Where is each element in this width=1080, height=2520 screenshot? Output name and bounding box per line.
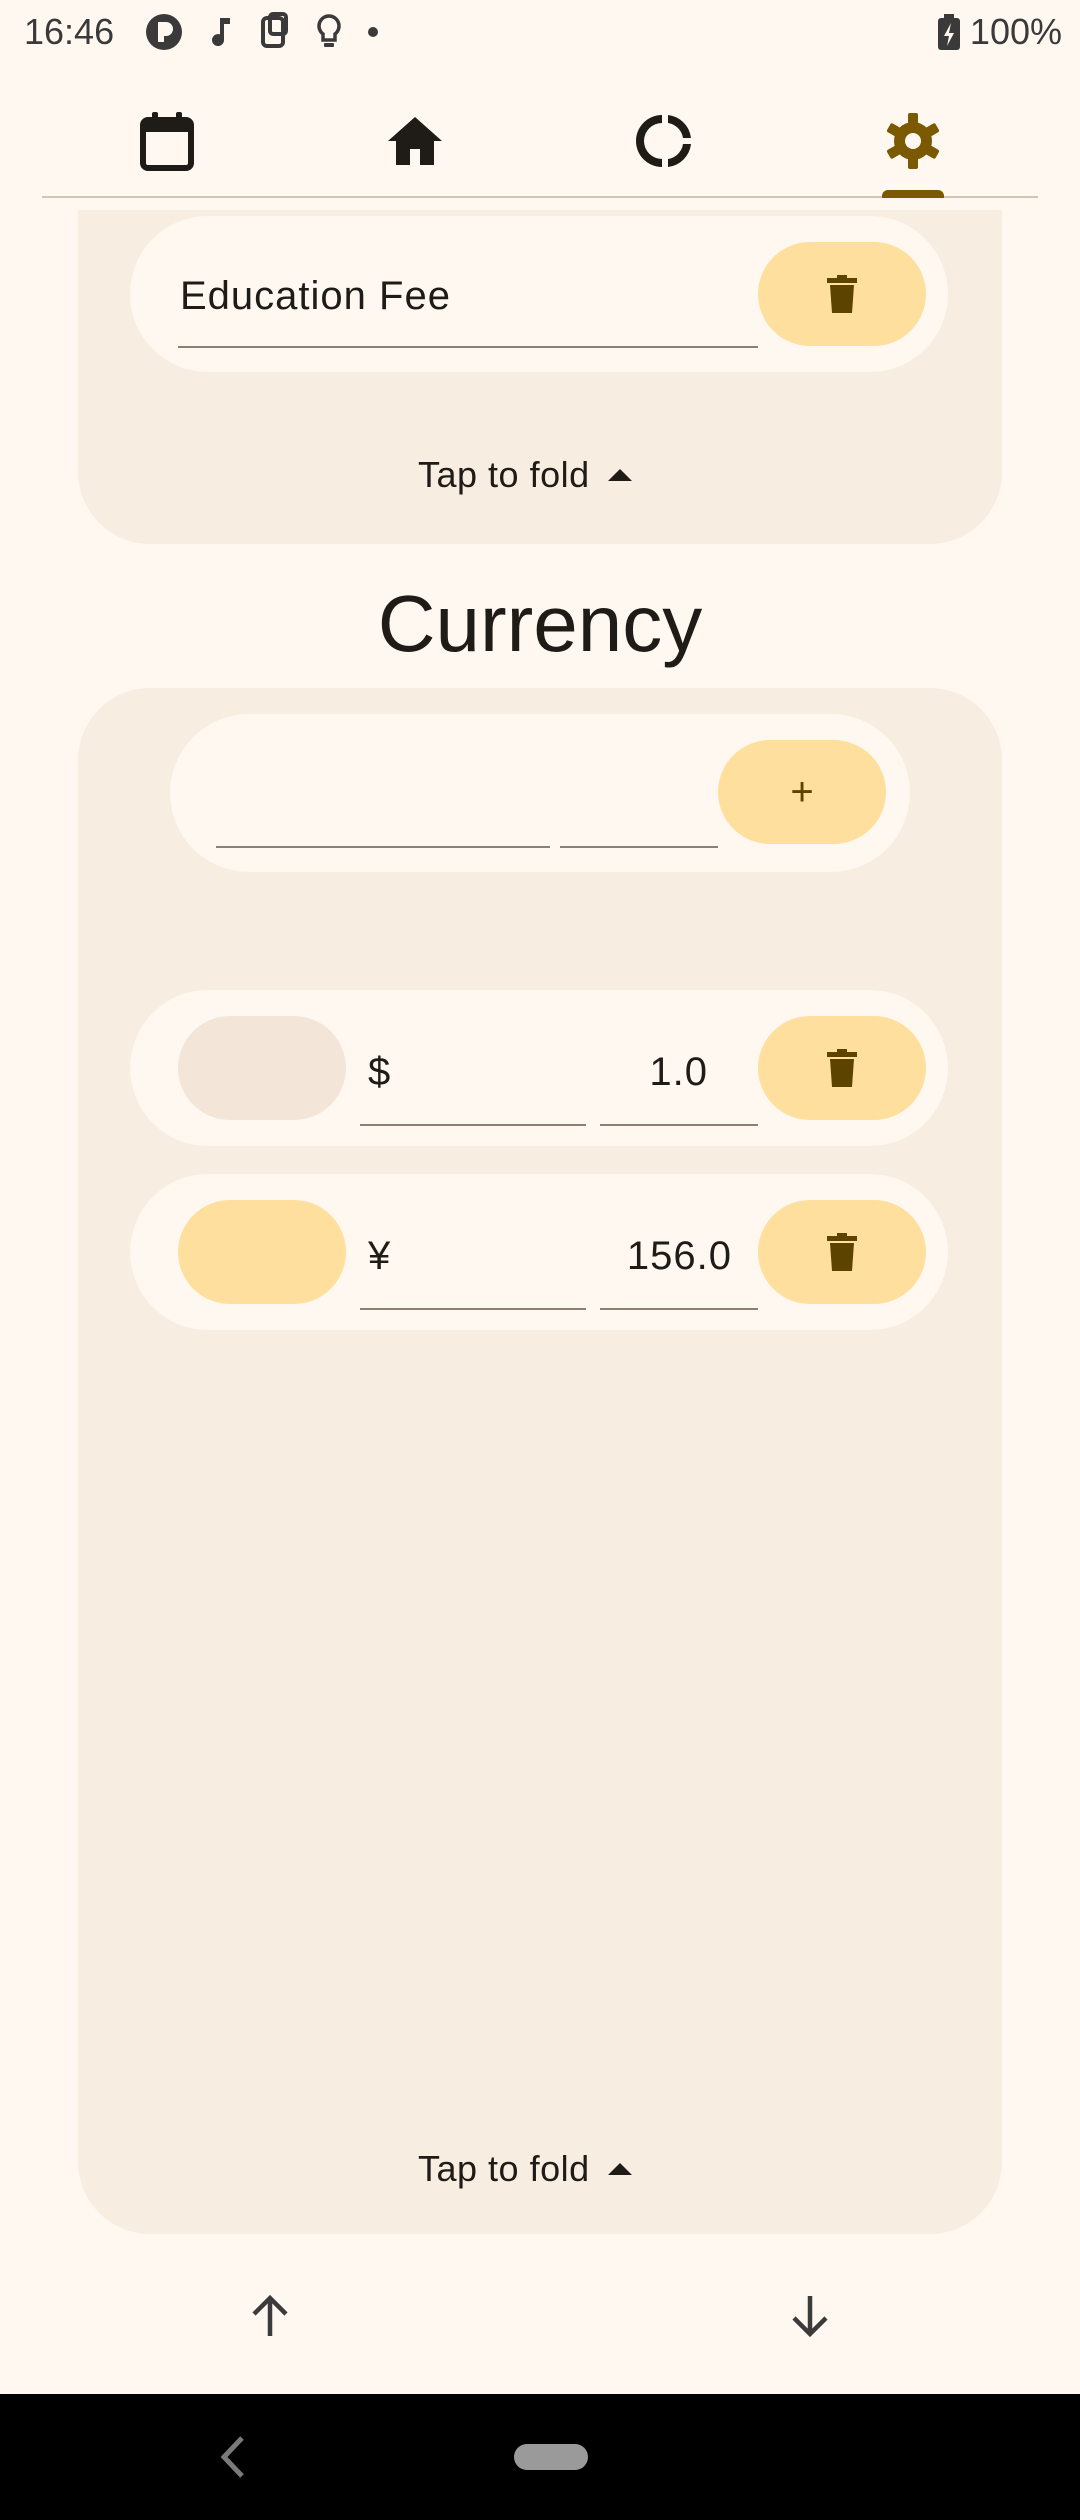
new-currency-name-input[interactable]: [216, 768, 550, 848]
tab-calendar[interactable]: [122, 96, 212, 186]
status-battery: 100%: [936, 10, 1062, 54]
trash-icon: [827, 275, 857, 313]
battery-icon: [937, 14, 960, 50]
scroll-up-button[interactable]: [230, 2276, 310, 2356]
fold-toggle-categories[interactable]: Tap to fold: [418, 454, 634, 496]
new-currency-name-underline: [216, 846, 550, 848]
caret-up-icon: [607, 2163, 632, 2175]
currency-symbol-underline: [360, 1308, 586, 1310]
home-icon: [388, 117, 442, 165]
status-icons: [144, 12, 380, 52]
app-icon: [146, 14, 182, 50]
lightbulb-icon: [317, 14, 341, 47]
fold-label: Tap to fold: [418, 2148, 590, 2189]
delete-currency-button[interactable]: [758, 1200, 926, 1304]
gear-icon: [886, 113, 940, 169]
home-pill[interactable]: [514, 2444, 588, 2470]
currency-rate-underline: [600, 1308, 758, 1310]
currency-title: Currency: [377, 579, 703, 668]
scroll-down-button[interactable]: [770, 2276, 850, 2356]
tab-home[interactable]: [370, 96, 460, 186]
caret-up-icon: [607, 469, 632, 481]
plus-icon: +: [790, 770, 814, 814]
music-icon: [212, 18, 230, 47]
dot-icon: [368, 27, 378, 37]
file-icon: [261, 12, 288, 48]
system-nav-bar: [0, 2394, 1080, 2520]
currency-rate-input[interactable]: 156.0: [600, 1230, 732, 1282]
add-currency-button[interactable]: +: [718, 740, 886, 844]
arrow-up-icon: [252, 2294, 288, 2336]
currency-select-toggle-selected[interactable]: [178, 1200, 346, 1304]
tab-settings[interactable]: [868, 96, 958, 186]
fold-label: Tap to fold: [418, 454, 590, 495]
new-currency-rate-underline: [560, 846, 718, 848]
trash-icon: [827, 1049, 857, 1087]
delete-category-button[interactable]: [758, 242, 926, 346]
currency-symbol-underline: [360, 1124, 586, 1126]
fold-toggle-currency[interactable]: Tap to fold: [418, 2148, 634, 2190]
currency-select-toggle[interactable]: [178, 1016, 346, 1120]
status-time: 16:46: [24, 11, 115, 52]
battery-percent: 100%: [969, 11, 1062, 52]
currency-panel: [78, 688, 1002, 2234]
currency-symbol-input[interactable]: $: [368, 1046, 391, 1098]
new-currency-rate-input[interactable]: [560, 768, 718, 848]
calendar-icon: [140, 112, 194, 171]
back-icon[interactable]: [216, 2434, 250, 2480]
category-name-input[interactable]: Education Fee: [180, 270, 451, 322]
active-tab-indicator: [882, 190, 944, 198]
donut-chart-icon: [636, 115, 691, 167]
trash-icon: [827, 1233, 857, 1271]
arrow-down-icon: [792, 2296, 828, 2338]
delete-currency-button[interactable]: [758, 1016, 926, 1120]
currency-symbol-input[interactable]: ¥: [368, 1230, 391, 1282]
tab-stats[interactable]: [620, 96, 710, 186]
category-name-underline: [178, 346, 758, 348]
currency-rate-input[interactable]: 1.0: [600, 1046, 708, 1098]
currency-rate-underline: [600, 1124, 758, 1126]
